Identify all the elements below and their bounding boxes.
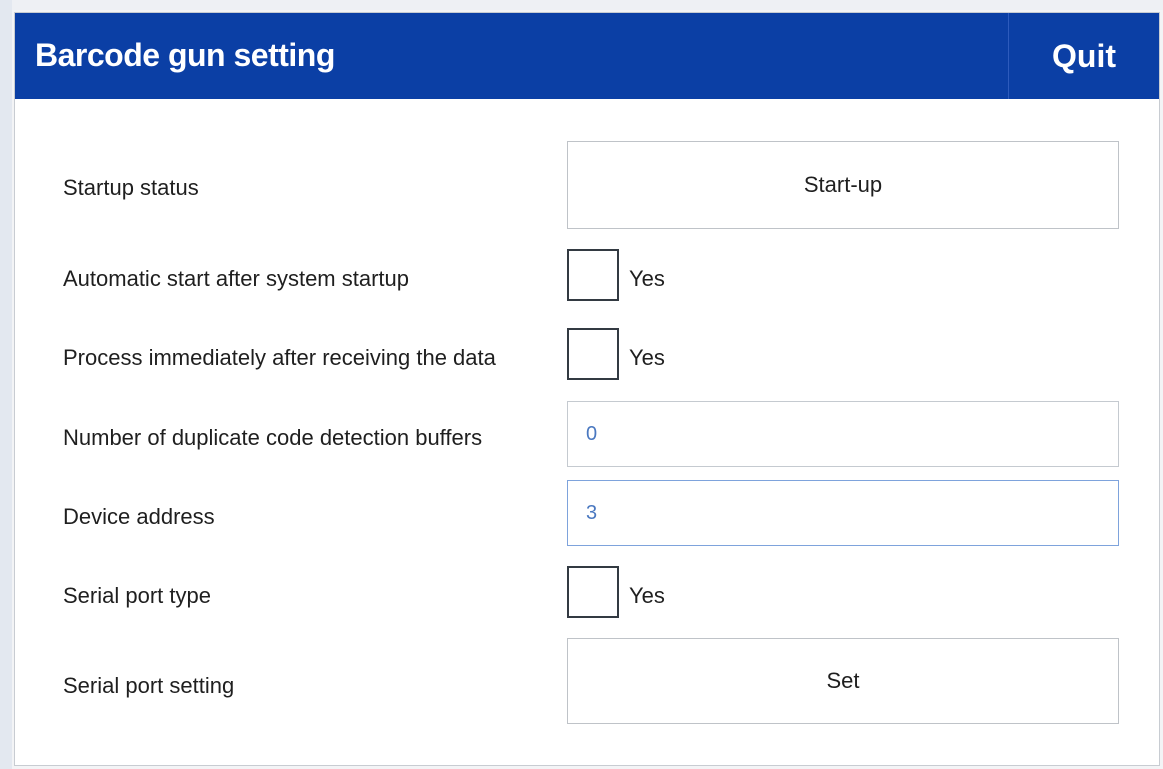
start-up-button[interactable]: Start-up: [567, 141, 1119, 229]
serial-port-type-label: Serial port type: [63, 583, 211, 608]
auto-start-checkbox[interactable]: [567, 249, 619, 301]
set-button[interactable]: Set: [567, 638, 1119, 724]
dialog-titlebar: Barcode gun setting Quit: [15, 13, 1159, 99]
process-immediately-checkbox[interactable]: [567, 328, 619, 380]
auto-start-label: Automatic start after system startup: [63, 266, 410, 291]
background-app-strip: [0, 0, 1163, 10]
process-immediately-label: Process immediately after receiving the …: [63, 345, 496, 370]
serial-port-setting-label: Serial port setting: [63, 673, 235, 698]
process-immediately-yes-label: Yes: [629, 345, 665, 370]
screen: Barcode gun setting Quit Startup status …: [0, 0, 1163, 769]
background-app-sidebar: [0, 0, 12, 769]
startup-status-label: Startup status: [63, 175, 199, 200]
duplicate-buffers-input[interactable]: [567, 401, 1119, 467]
serial-port-type-yes-label: Yes: [629, 583, 665, 608]
dialog-title: Barcode gun setting: [35, 37, 335, 73]
quit-button[interactable]: Quit: [1008, 13, 1159, 99]
device-address-label: Device address: [63, 504, 215, 529]
barcode-gun-setting-dialog: Barcode gun setting Quit Startup status …: [14, 12, 1160, 766]
auto-start-yes-label: Yes: [629, 266, 665, 291]
device-address-input[interactable]: [567, 480, 1119, 546]
serial-port-type-checkbox[interactable]: [567, 566, 619, 618]
duplicate-buffers-label: Number of duplicate code detection buffe…: [63, 425, 483, 450]
